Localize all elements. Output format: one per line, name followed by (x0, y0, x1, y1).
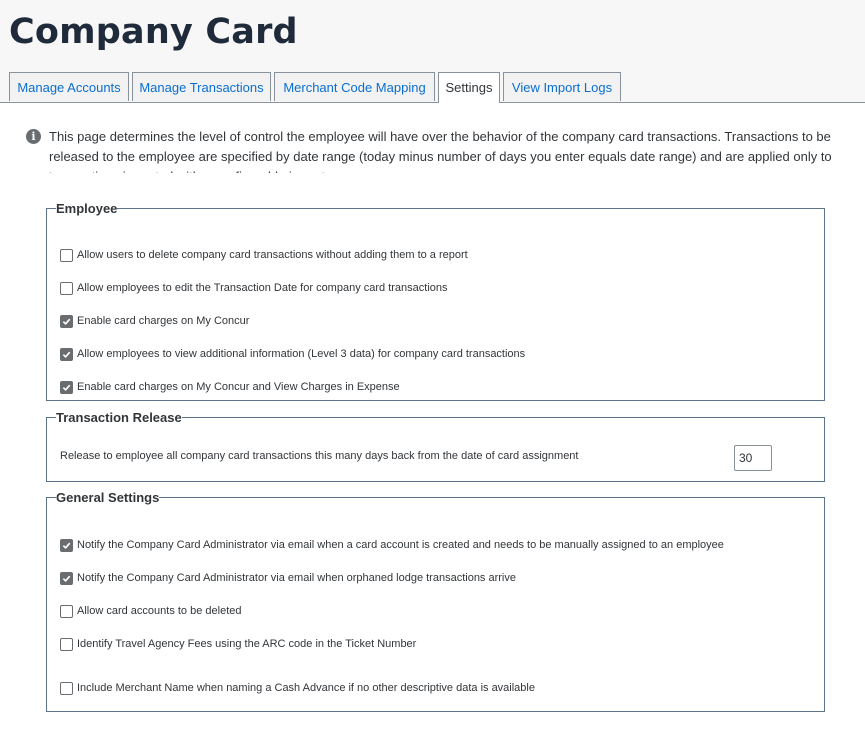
general-settings-legend: General Settings (56, 490, 160, 505)
allow-delete-accounts-checkbox[interactable] (60, 604, 73, 618)
option-row: Notify the Company Card Administrator vi… (60, 570, 516, 586)
option-row: Include Merchant Name when naming a Cash… (60, 680, 535, 696)
general-settings-section: General Settings Notify the Company Card… (46, 490, 825, 712)
option-label: Identify Travel Agency Fees using the AR… (77, 638, 417, 650)
tab-merchant-code-mapping[interactable]: Merchant Code Mapping (274, 72, 435, 101)
edit-transaction-date-checkbox[interactable] (60, 281, 73, 295)
option-label: Include Merchant Name when naming a Cash… (77, 682, 535, 694)
option-row: Enable card charges on My Concur (60, 313, 249, 329)
option-row: Identify Travel Agency Fees using the AR… (60, 636, 416, 652)
employee-section: Employee Allow users to delete company c… (46, 201, 825, 401)
info-icon: i (26, 129, 41, 144)
tab-manage-transactions[interactable]: Manage Transactions (132, 72, 271, 101)
notify-card-created-checkbox[interactable] (60, 538, 73, 552)
option-label: Notify the Company Card Administrator vi… (77, 539, 724, 551)
tab-bar: Manage Accounts Manage Transactions Merc… (0, 72, 865, 103)
option-label: Enable card charges on My Concur (77, 315, 250, 327)
option-row: Notify the Company Card Administrator vi… (60, 537, 724, 553)
merchant-name-cash-advance-checkbox[interactable] (60, 681, 73, 695)
travel-agency-fees-checkbox[interactable] (60, 637, 73, 651)
option-row: Allow employees to view additional infor… (60, 346, 525, 362)
option-row: Allow card accounts to be deleted (60, 603, 242, 619)
option-label: Notify the Company Card Administrator vi… (77, 572, 516, 584)
tab-view-import-logs[interactable]: View Import Logs (503, 72, 621, 101)
level3-data-checkbox[interactable] (60, 347, 73, 361)
transaction-release-section: Transaction Release Release to employee … (46, 410, 825, 482)
tab-manage-accounts[interactable]: Manage Accounts (9, 72, 129, 101)
info-message: i This page determines the level of cont… (26, 127, 846, 173)
option-label: Allow employees to view additional infor… (77, 348, 526, 360)
notify-orphaned-lodge-checkbox[interactable] (60, 571, 73, 585)
option-label: Allow employees to edit the Transaction … (77, 282, 448, 294)
employee-legend: Employee (56, 201, 118, 216)
release-days-label: Release to employee all company card tra… (60, 450, 579, 462)
option-label: Allow card accounts to be deleted (77, 605, 242, 617)
option-label: Allow users to delete company card trans… (77, 249, 468, 261)
option-row: Enable card charges on My Concur and Vie… (60, 379, 400, 395)
option-row: Allow users to delete company card trans… (60, 247, 468, 263)
transaction-release-legend: Transaction Release (56, 410, 182, 425)
option-label: Enable card charges on My Concur and Vie… (77, 381, 400, 393)
tab-settings[interactable]: Settings (438, 72, 500, 103)
release-days-input[interactable] (734, 445, 772, 471)
info-text: This page determines the level of contro… (49, 129, 832, 173)
option-row: Allow employees to edit the Transaction … (60, 280, 448, 296)
view-charges-in-expense-checkbox[interactable] (60, 380, 73, 394)
enable-card-charges-checkbox[interactable] (60, 314, 73, 328)
tab-divider (0, 102, 865, 103)
page-title: Company Card (9, 12, 298, 52)
delete-transactions-checkbox[interactable] (60, 248, 73, 262)
